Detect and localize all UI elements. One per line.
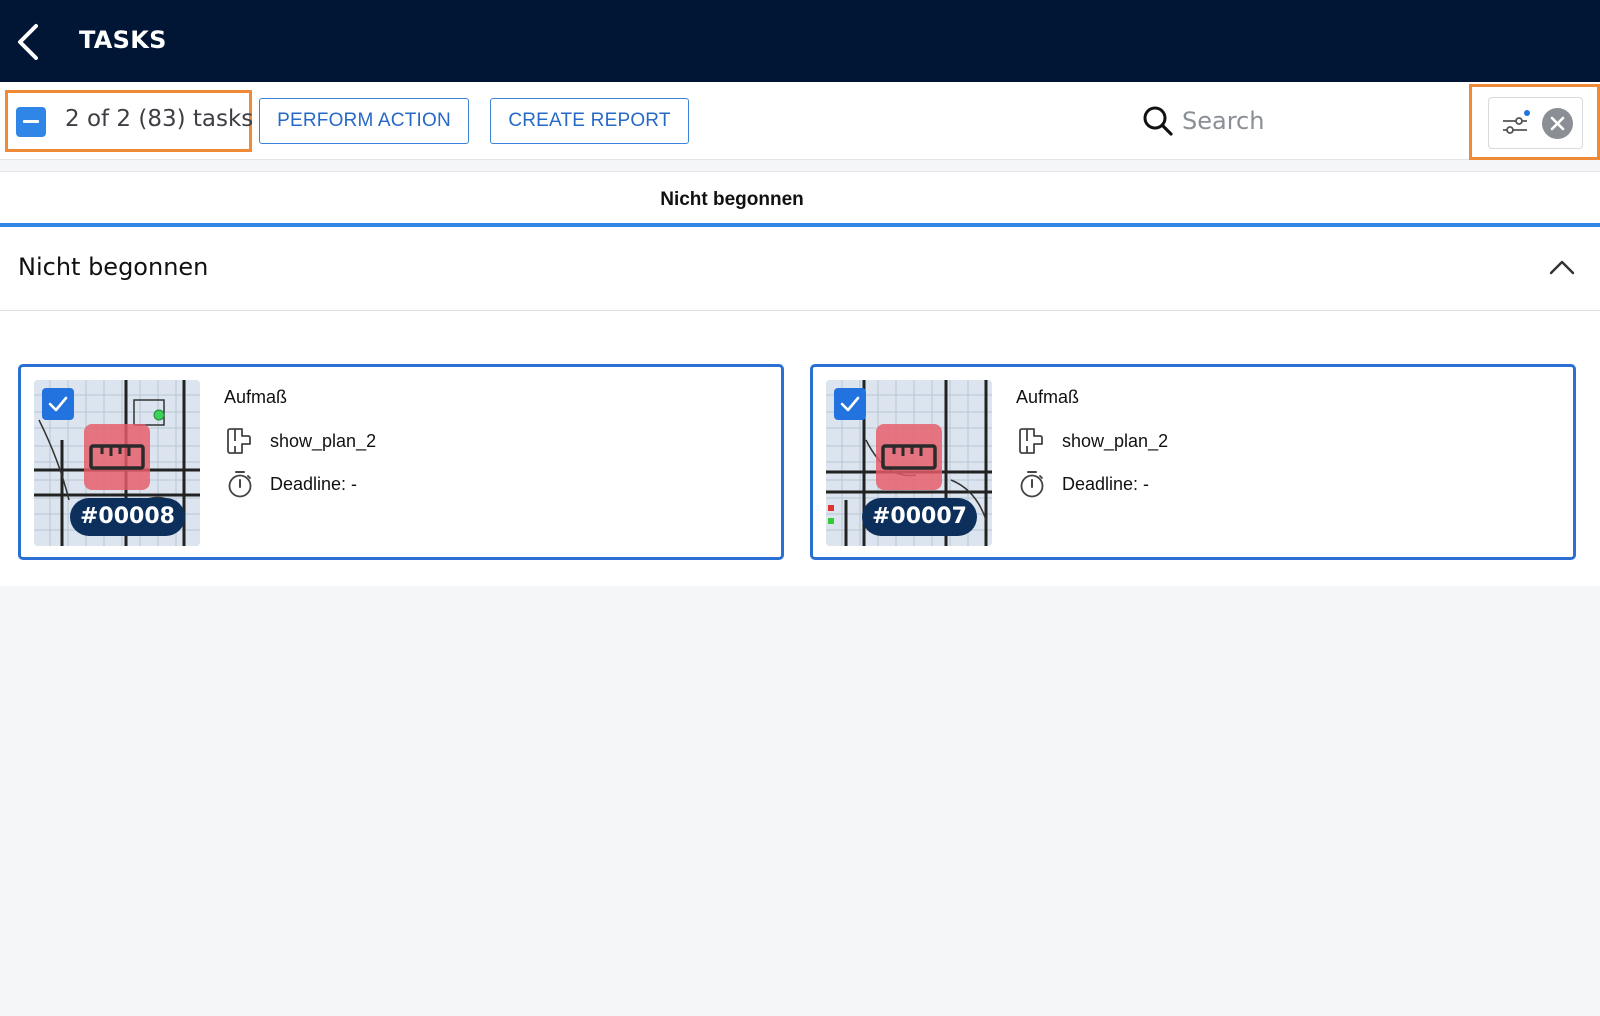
close-circle-icon[interactable]: [1542, 108, 1573, 139]
filter-controls: [1469, 84, 1600, 160]
task-type: Aufmaß: [224, 387, 288, 407]
task-plan-name: show_plan_2: [1062, 431, 1169, 451]
task-card-list: #00008 Aufmaß show_plan_2 Deadline: - #0…: [0, 311, 1600, 586]
top-header: TASKS: [0, 0, 1600, 82]
plan-thumbnail: #00008: [34, 380, 200, 546]
selection-summary: 2 of 2 (83) tasks: [5, 90, 254, 152]
timer-icon: [1020, 471, 1044, 498]
task-card[interactable]: #00008 Aufmaß show_plan_2 Deadline: -: [18, 364, 784, 560]
task-deadline: Deadline: -: [1062, 474, 1150, 494]
chevron-left-icon: [18, 24, 38, 60]
floor-plan-icon: [227, 428, 251, 454]
tab-nicht-begonnen[interactable]: Nicht begonnen: [0, 172, 1464, 228]
measure-type-badge: [876, 424, 942, 490]
card-checkbox[interactable]: [834, 388, 866, 420]
task-id-badge: #00007: [862, 498, 977, 536]
status-tabs: Nicht begonnen: [0, 171, 1600, 228]
selection-count: 2 of 2 (83) tasks: [65, 106, 254, 132]
search-icon: [1143, 106, 1173, 136]
task-id-badge: #00008: [70, 498, 185, 536]
search-input[interactable]: [1182, 101, 1452, 141]
floor-plan-icon: [1019, 428, 1043, 454]
back-button[interactable]: [12, 22, 44, 62]
task-card[interactable]: #00007 Aufmaß show_plan_2 Deadline: -: [810, 364, 1576, 560]
timer-icon: [228, 471, 252, 498]
filter-button-group: [1488, 97, 1583, 149]
page-title: TASKS: [79, 26, 167, 54]
selection-toolbar: 2 of 2 (83) tasks PERFORM ACTION CREATE …: [0, 82, 1600, 160]
ruler-icon: [881, 444, 937, 470]
task-type: Aufmaß: [1016, 387, 1080, 407]
plan-thumbnail: #00007: [826, 380, 992, 546]
card-checkbox[interactable]: [42, 388, 74, 420]
task-plan-name: show_plan_2: [270, 431, 377, 451]
perform-action-button[interactable]: PERFORM ACTION: [259, 98, 469, 144]
ruler-icon: [89, 444, 145, 470]
measure-type-badge: [84, 424, 150, 490]
section-title: Nicht begonnen: [18, 253, 209, 281]
sliders-icon[interactable]: [1501, 109, 1531, 137]
chevron-up-icon[interactable]: [1548, 257, 1576, 277]
section-header[interactable]: Nicht begonnen: [0, 227, 1600, 311]
create-report-button[interactable]: CREATE REPORT: [490, 98, 689, 144]
checkmark-icon: [48, 396, 68, 412]
select-all-checkbox[interactable]: [16, 107, 46, 137]
checkmark-icon: [840, 396, 860, 412]
task-deadline: Deadline: -: [270, 474, 358, 494]
